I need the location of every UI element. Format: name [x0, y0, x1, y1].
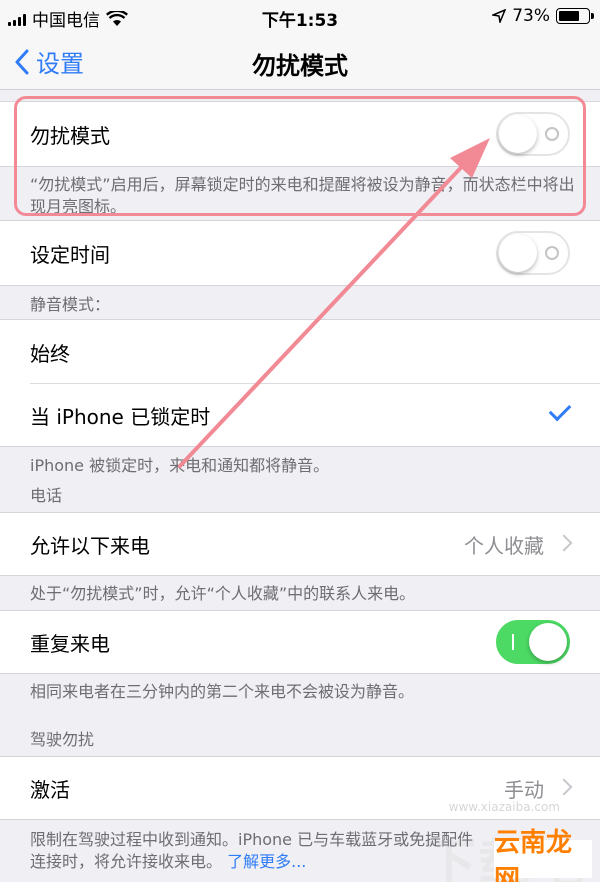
chevron-right-icon — [555, 534, 573, 552]
section-divider — [0, 285, 600, 286]
option-always-label: 始终 — [30, 341, 70, 366]
silence-option-locked[interactable]: 当 iPhone 已锁定时 — [0, 384, 600, 446]
repeated-calls-footer: 相同来电者在三分钟内的第二个来电不会被设为静音。 — [30, 682, 415, 701]
toggle-off-mark — [545, 246, 559, 260]
watermark-url: www.xiazaiba.com — [448, 800, 560, 814]
status-bar: 中国电信 下午1:53 73% — [0, 0, 600, 32]
toggle-on-mark — [512, 634, 514, 650]
repeated-calls-row: 重复来电 — [0, 611, 600, 673]
section-divider — [0, 673, 600, 674]
phone-header: 电话 — [30, 486, 63, 505]
repeated-calls-toggle[interactable] — [496, 620, 570, 664]
driving-header: 驾驶勿扰 — [30, 730, 95, 749]
chevron-right-icon — [555, 778, 573, 796]
learn-more-link[interactable]: 了解更多... — [227, 852, 306, 871]
section-divider — [0, 819, 600, 820]
scheduled-toggle[interactable] — [496, 231, 570, 275]
section-divider — [0, 446, 600, 447]
toggle-knob — [529, 623, 567, 661]
activate-value: 手动 — [504, 777, 544, 802]
checkmark-icon — [548, 398, 572, 422]
section-divider — [0, 575, 600, 576]
battery-icon — [556, 8, 594, 24]
driving-footer: 限制在驾驶过程中收到通知。iPhone 已与车载蓝牙或免提配件连接时，将允许接收… — [30, 829, 480, 873]
battery-percent: 73% — [512, 6, 550, 26]
option-locked-label: 当 iPhone 已锁定时 — [30, 404, 211, 429]
navigation-bar: 设置 勿扰模式 — [0, 32, 600, 90]
scheduled-label: 设定时间 — [30, 242, 110, 267]
silence-option-always[interactable]: 始终 — [0, 320, 600, 384]
location-arrow-icon — [492, 9, 507, 23]
status-right: 73% — [492, 6, 594, 26]
page-title: 勿扰模式 — [252, 52, 348, 80]
allow-calls-value: 个人收藏 — [464, 533, 544, 558]
toggle-knob — [499, 234, 537, 272]
allow-calls-label: 允许以下来电 — [30, 533, 150, 558]
allow-calls-footer: 处于“勿扰模式”时，允许“个人收藏”中的联系人来电。 — [30, 584, 416, 603]
repeated-calls-label: 重复来电 — [30, 631, 110, 656]
allow-calls-row[interactable]: 允许以下来电 个人收藏 — [0, 513, 600, 575]
activate-label: 激活 — [30, 777, 70, 802]
silence-footer: iPhone 被锁定时，来电和通知都将静音。 — [30, 456, 330, 475]
battery-level — [559, 11, 580, 21]
scheduled-row: 设定时间 — [0, 221, 600, 285]
site-logo: 云南龙网 — [494, 828, 592, 882]
highlight-box — [14, 96, 586, 216]
silence-header: 静音模式： — [30, 295, 111, 314]
